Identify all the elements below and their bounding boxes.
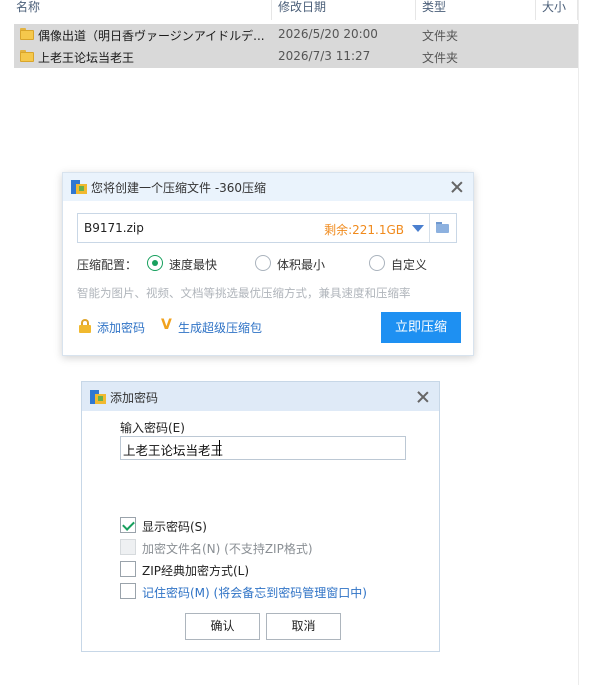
password-dialog-titlebar[interactable]: 添加密码 <box>82 382 439 411</box>
radio-label-custom[interactable]: 自定义 <box>391 256 427 273</box>
screen: 名称 修改日期 类型 大小 偶像出道（明日香ヴァージンアイドルデ... 2026… <box>0 0 600 685</box>
compress-dialog-titlebar[interactable]: 您将创建一个压缩文件 -360压缩 <box>63 173 473 201</box>
password-value: 上老王论坛当老王 <box>123 443 224 458</box>
super-pack-icon: V <box>161 317 172 333</box>
file-type: 文件夹 <box>422 51 459 65</box>
file-type: 文件夹 <box>422 29 459 43</box>
file-date: 2026/5/20 20:00 <box>278 27 378 41</box>
archive-app-icon <box>90 390 106 404</box>
folder-icon <box>20 28 34 40</box>
show-password-checkbox[interactable] <box>120 517 136 533</box>
password-input[interactable]: 上老王论坛当老王 <box>120 436 406 460</box>
remaining-space: 剩余:221.1GB <box>324 223 404 237</box>
radio-custom[interactable] <box>369 255 385 271</box>
browse-folder-icon[interactable] <box>434 220 452 236</box>
file-list-header: 名称 修改日期 类型 大小 <box>0 0 600 20</box>
radio-speed-fastest[interactable] <box>147 255 163 271</box>
file-date: 2026/7/3 11:27 <box>278 49 371 63</box>
radio-label-speed-fastest[interactable]: 速度最快 <box>169 256 217 273</box>
cancel-button[interactable]: 取消 <box>266 613 341 640</box>
show-password-label[interactable]: 显示密码(S) <box>142 518 207 535</box>
file-list: 偶像出道（明日香ヴァージンアイドルデ... 2026/5/20 20:00 文件… <box>14 24 578 68</box>
column-header-size[interactable]: 大小 <box>538 0 578 20</box>
zip-classic-encryption-checkbox[interactable] <box>120 561 136 577</box>
file-name: 偶像出道（明日香ヴァージンアイドルデ... <box>38 29 265 43</box>
folder-icon <box>20 50 34 62</box>
text-caret <box>219 440 220 456</box>
password-dialog-title: 添加密码 <box>110 391 159 405</box>
close-icon[interactable] <box>449 179 465 195</box>
confirm-button[interactable]: 确认 <box>185 613 260 640</box>
radio-label-size-smallest[interactable]: 体积最小 <box>277 256 325 273</box>
radio-size-smallest[interactable] <box>255 255 271 271</box>
column-header-type[interactable]: 类型 <box>418 0 536 20</box>
compress-now-button[interactable]: 立即压缩 <box>381 312 461 343</box>
compress-dialog: 您将创建一个压缩文件 -360压缩 B9171.zip 剩余:221.1GB 压… <box>62 172 474 356</box>
zip-classic-encryption-label[interactable]: ZIP经典加密方式(L) <box>142 562 249 579</box>
column-header-name[interactable]: 名称 <box>14 0 272 20</box>
divider <box>429 214 430 242</box>
compress-hint: 智能为图片、视频、文档等挑选最优压缩方式，兼具速度和压缩率 <box>77 286 411 300</box>
lock-icon <box>79 319 93 333</box>
remember-password-label[interactable]: 记住密码(M) (将会备忘到密码管理窗口中) <box>142 584 367 601</box>
column-header-date[interactable]: 修改日期 <box>274 0 416 20</box>
compress-config-row: 压缩配置： 速度最快 体积最小 自定义 <box>77 255 457 273</box>
file-row[interactable]: 上老王论坛当老王 2026/7/3 11:27 文件夹 <box>14 46 578 68</box>
file-name: 上老王论坛当老王 <box>38 51 135 65</box>
password-dialog: 添加密码 输入密码(E) 上老王论坛当老王 显示密码(S) 加密文件名(N) (… <box>81 381 440 652</box>
add-password-link[interactable]: 添加密码 <box>97 319 145 336</box>
encrypt-filename-checkbox <box>120 539 136 555</box>
compress-dialog-title: 您将创建一个压缩文件 -360压缩 <box>91 181 267 195</box>
archive-name-input[interactable]: B9171.zip 剩余:221.1GB <box>77 213 457 243</box>
archive-app-icon <box>71 180 87 194</box>
super-pack-link[interactable]: 生成超级压缩包 <box>178 319 262 336</box>
dropdown-arrow-icon[interactable] <box>412 225 424 232</box>
encrypt-filename-label: 加密文件名(N) (不支持ZIP格式) <box>142 542 313 556</box>
close-icon[interactable] <box>415 389 431 405</box>
compress-config-label: 压缩配置： <box>77 258 138 272</box>
list-edge-divider <box>578 0 579 685</box>
file-row[interactable]: 偶像出道（明日香ヴァージンアイドルデ... 2026/5/20 20:00 文件… <box>14 24 578 46</box>
password-input-label: 输入密码(E) <box>120 421 185 435</box>
remember-password-checkbox[interactable] <box>120 583 136 599</box>
archive-filename: B9171.zip <box>84 221 144 235</box>
